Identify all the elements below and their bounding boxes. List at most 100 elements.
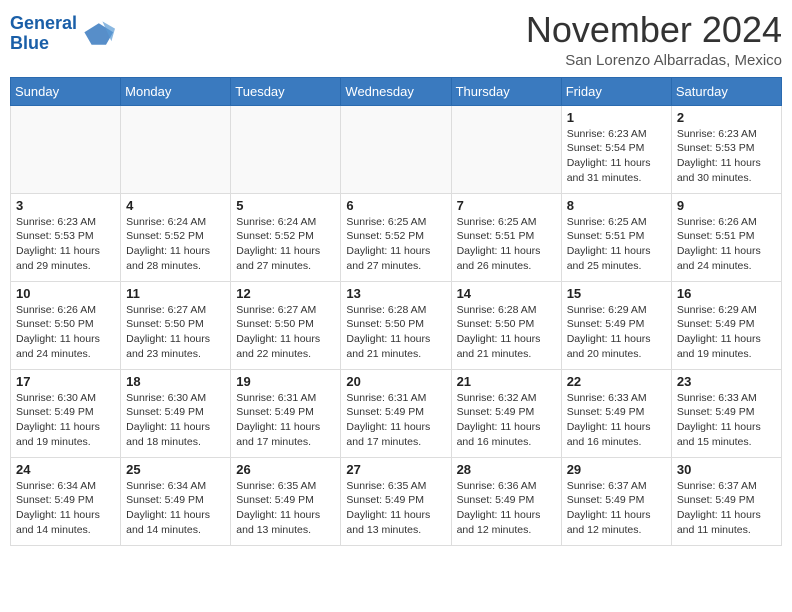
day-number: 19 xyxy=(236,374,335,389)
cell-info: Sunrise: 6:25 AM Sunset: 5:52 PM Dayligh… xyxy=(346,215,445,274)
day-number: 14 xyxy=(457,286,556,301)
day-number: 5 xyxy=(236,198,335,213)
calendar-cell xyxy=(11,105,121,193)
weekday-header-saturday: Saturday xyxy=(671,77,781,105)
calendar-cell: 18 Sunrise: 6:30 AM Sunset: 5:49 PM Dayli… xyxy=(121,369,231,457)
day-number: 2 xyxy=(677,110,776,125)
logo-text: General Blue xyxy=(10,14,77,54)
cell-info: Sunrise: 6:23 AM Sunset: 5:54 PM Dayligh… xyxy=(567,127,666,186)
day-number: 26 xyxy=(236,462,335,477)
cell-info: Sunrise: 6:27 AM Sunset: 5:50 PM Dayligh… xyxy=(236,303,335,362)
day-number: 18 xyxy=(126,374,225,389)
page-header: General Blue November 2024 San Lorenzo A… xyxy=(10,10,782,69)
day-number: 17 xyxy=(16,374,115,389)
cell-info: Sunrise: 6:33 AM Sunset: 5:49 PM Dayligh… xyxy=(567,391,666,450)
month-year-title: November 2024 xyxy=(526,10,782,50)
cell-info: Sunrise: 6:30 AM Sunset: 5:49 PM Dayligh… xyxy=(16,391,115,450)
weekday-header-tuesday: Tuesday xyxy=(231,77,341,105)
calendar-cell: 28 Sunrise: 6:36 AM Sunset: 5:49 PM Dayli… xyxy=(451,457,561,545)
cell-info: Sunrise: 6:35 AM Sunset: 5:49 PM Dayligh… xyxy=(346,479,445,538)
cell-info: Sunrise: 6:25 AM Sunset: 5:51 PM Dayligh… xyxy=(567,215,666,274)
weekday-header-sunday: Sunday xyxy=(11,77,121,105)
cell-info: Sunrise: 6:25 AM Sunset: 5:51 PM Dayligh… xyxy=(457,215,556,274)
weekday-header-row: SundayMondayTuesdayWednesdayThursdayFrid… xyxy=(11,77,782,105)
weekday-header-wednesday: Wednesday xyxy=(341,77,451,105)
day-number: 6 xyxy=(346,198,445,213)
calendar-cell xyxy=(451,105,561,193)
day-number: 4 xyxy=(126,198,225,213)
day-number: 25 xyxy=(126,462,225,477)
calendar-cell: 20 Sunrise: 6:31 AM Sunset: 5:49 PM Dayli… xyxy=(341,369,451,457)
calendar-cell xyxy=(231,105,341,193)
cell-info: Sunrise: 6:33 AM Sunset: 5:49 PM Dayligh… xyxy=(677,391,776,450)
cell-info: Sunrise: 6:29 AM Sunset: 5:49 PM Dayligh… xyxy=(567,303,666,362)
day-number: 15 xyxy=(567,286,666,301)
cell-info: Sunrise: 6:34 AM Sunset: 5:49 PM Dayligh… xyxy=(16,479,115,538)
week-row-3: 10Sunrise: 6:26 AM Sunset: 5:50 PM Dayli… xyxy=(11,281,782,369)
day-number: 29 xyxy=(567,462,666,477)
calendar-cell: 16 Sunrise: 6:29 AM Sunset: 5:49 PM Dayli… xyxy=(671,281,781,369)
calendar-cell: 5Sunrise: 6:24 AM Sunset: 5:52 PM Daylig… xyxy=(231,193,341,281)
day-number: 20 xyxy=(346,374,445,389)
weekday-header-thursday: Thursday xyxy=(451,77,561,105)
day-number: 23 xyxy=(677,374,776,389)
calendar-cell: 8Sunrise: 6:25 AM Sunset: 5:51 PM Daylig… xyxy=(561,193,671,281)
calendar-cell: 25Sunrise: 6:34 AM Sunset: 5:49 PM Dayli… xyxy=(121,457,231,545)
calendar-cell: 19 Sunrise: 6:31 AM Sunset: 5:49 PM Dayli… xyxy=(231,369,341,457)
calendar-cell: 15 Sunrise: 6:29 AM Sunset: 5:49 PM Dayli… xyxy=(561,281,671,369)
day-number: 27 xyxy=(346,462,445,477)
cell-info: Sunrise: 6:30 AM Sunset: 5:49 PM Dayligh… xyxy=(126,391,225,450)
calendar-cell: 21 Sunrise: 6:32 AM Sunset: 5:49 PM Dayli… xyxy=(451,369,561,457)
location-subtitle: San Lorenzo Albarradas, Mexico xyxy=(526,52,782,69)
calendar-cell: 13Sunrise: 6:28 AM Sunset: 5:50 PM Dayli… xyxy=(341,281,451,369)
week-row-5: 24 Sunrise: 6:34 AM Sunset: 5:49 PM Dayli… xyxy=(11,457,782,545)
calendar-cell xyxy=(341,105,451,193)
logo-icon xyxy=(79,16,115,52)
day-number: 11 xyxy=(126,286,225,301)
cell-info: Sunrise: 6:23 AM Sunset: 5:53 PM Dayligh… xyxy=(16,215,115,274)
calendar-cell: 11 Sunrise: 6:27 AM Sunset: 5:50 PM Dayli… xyxy=(121,281,231,369)
day-number: 22 xyxy=(567,374,666,389)
cell-info: Sunrise: 6:24 AM Sunset: 5:52 PM Dayligh… xyxy=(126,215,225,274)
calendar-cell xyxy=(121,105,231,193)
calendar-cell: 22 Sunrise: 6:33 AM Sunset: 5:49 PM Dayli… xyxy=(561,369,671,457)
day-number: 10 xyxy=(16,286,115,301)
cell-info: Sunrise: 6:28 AM Sunset: 5:50 PM Dayligh… xyxy=(457,303,556,362)
calendar-cell: 30Sunrise: 6:37 AM Sunset: 5:49 PM Dayli… xyxy=(671,457,781,545)
logo: General Blue xyxy=(10,14,115,54)
week-row-1: 1 Sunrise: 6:23 AM Sunset: 5:54 PM Daylig… xyxy=(11,105,782,193)
day-number: 16 xyxy=(677,286,776,301)
cell-info: Sunrise: 6:35 AM Sunset: 5:49 PM Dayligh… xyxy=(236,479,335,538)
day-number: 1 xyxy=(567,110,666,125)
day-number: 12 xyxy=(236,286,335,301)
cell-info: Sunrise: 6:23 AM Sunset: 5:53 PM Dayligh… xyxy=(677,127,776,186)
calendar-cell: 2 Sunrise: 6:23 AM Sunset: 5:53 PM Daylig… xyxy=(671,105,781,193)
cell-info: Sunrise: 6:29 AM Sunset: 5:49 PM Dayligh… xyxy=(677,303,776,362)
calendar-cell: 4 Sunrise: 6:24 AM Sunset: 5:52 PM Daylig… xyxy=(121,193,231,281)
calendar-table: SundayMondayTuesdayWednesdayThursdayFrid… xyxy=(10,77,782,546)
calendar-cell: 27 Sunrise: 6:35 AM Sunset: 5:49 PM Dayli… xyxy=(341,457,451,545)
cell-info: Sunrise: 6:27 AM Sunset: 5:50 PM Dayligh… xyxy=(126,303,225,362)
calendar-cell: 24 Sunrise: 6:34 AM Sunset: 5:49 PM Dayli… xyxy=(11,457,121,545)
calendar-cell: 14 Sunrise: 6:28 AM Sunset: 5:50 PM Dayli… xyxy=(451,281,561,369)
cell-info: Sunrise: 6:31 AM Sunset: 5:49 PM Dayligh… xyxy=(236,391,335,450)
calendar-cell: 17 Sunrise: 6:30 AM Sunset: 5:49 PM Dayli… xyxy=(11,369,121,457)
day-number: 24 xyxy=(16,462,115,477)
cell-info: Sunrise: 6:32 AM Sunset: 5:49 PM Dayligh… xyxy=(457,391,556,450)
week-row-4: 17 Sunrise: 6:30 AM Sunset: 5:49 PM Dayli… xyxy=(11,369,782,457)
cell-info: Sunrise: 6:31 AM Sunset: 5:49 PM Dayligh… xyxy=(346,391,445,450)
cell-info: Sunrise: 6:37 AM Sunset: 5:49 PM Dayligh… xyxy=(567,479,666,538)
weekday-header-monday: Monday xyxy=(121,77,231,105)
calendar-cell: 29 Sunrise: 6:37 AM Sunset: 5:49 PM Dayli… xyxy=(561,457,671,545)
day-number: 21 xyxy=(457,374,556,389)
day-number: 9 xyxy=(677,198,776,213)
calendar-cell: 7Sunrise: 6:25 AM Sunset: 5:51 PM Daylig… xyxy=(451,193,561,281)
day-number: 28 xyxy=(457,462,556,477)
calendar-cell: 6 Sunrise: 6:25 AM Sunset: 5:52 PM Daylig… xyxy=(341,193,451,281)
title-block: November 2024 San Lorenzo Albarradas, Me… xyxy=(526,10,782,69)
calendar-cell: 9Sunrise: 6:26 AM Sunset: 5:51 PM Daylig… xyxy=(671,193,781,281)
calendar-cell: 12 Sunrise: 6:27 AM Sunset: 5:50 PM Dayli… xyxy=(231,281,341,369)
cell-info: Sunrise: 6:36 AM Sunset: 5:49 PM Dayligh… xyxy=(457,479,556,538)
day-number: 3 xyxy=(16,198,115,213)
calendar-cell: 10Sunrise: 6:26 AM Sunset: 5:50 PM Dayli… xyxy=(11,281,121,369)
